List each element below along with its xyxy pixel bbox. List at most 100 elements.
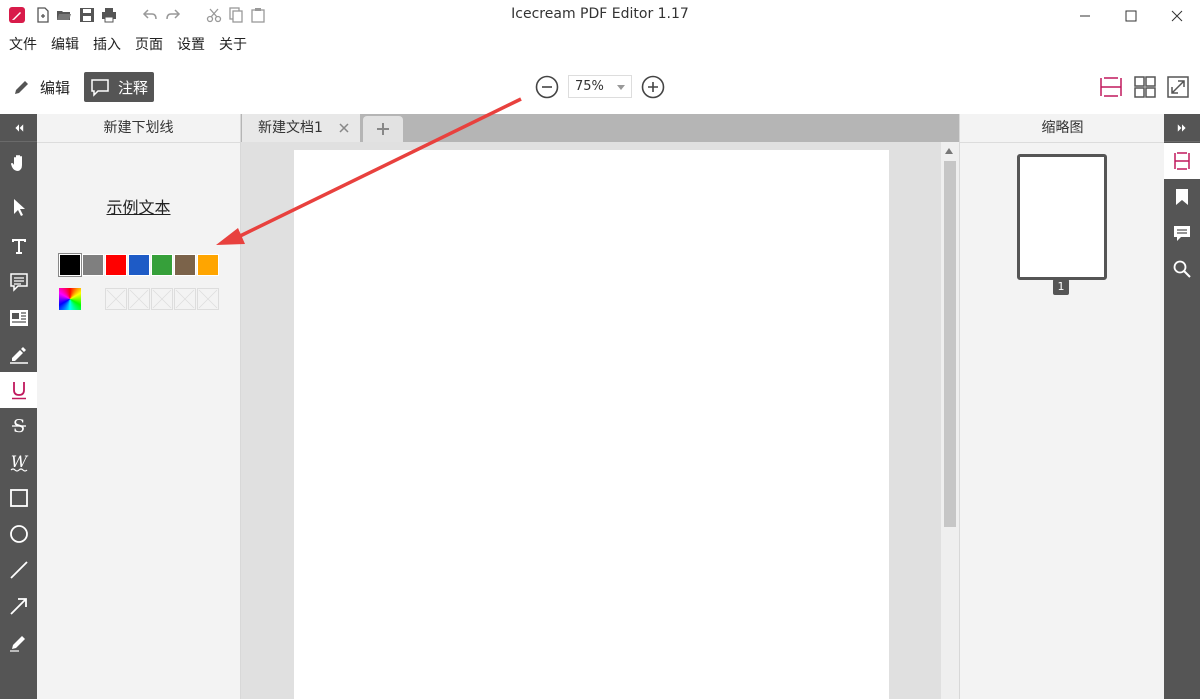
tab-document[interactable]: 新建文档1 [242,114,360,142]
paste-icon[interactable] [249,6,267,24]
main-toolbar: 编辑 注释 75% [0,58,1200,114]
menu-about[interactable]: 关于 [219,34,247,54]
right-tool-bar [1164,114,1200,699]
color-swatch[interactable] [174,254,196,276]
svg-text:W: W [10,452,28,471]
bookmark-icon [1176,189,1188,205]
scroll-up-arrow-icon[interactable] [945,148,953,154]
line-tool[interactable] [0,552,37,588]
textbox-tool[interactable] [0,300,37,336]
print-icon[interactable] [100,6,118,24]
new-file-icon[interactable] [34,6,52,24]
comment-icon [91,79,109,97]
empty-slot-icon [175,289,195,309]
annotate-mode-button[interactable]: 注释 [84,72,155,102]
empty-slot-icon [106,289,126,309]
color-swatch[interactable] [151,254,173,276]
search-icon [1173,260,1191,278]
note-icon [9,273,28,292]
custom-color-slot[interactable] [197,288,219,310]
highlight-tool[interactable] [0,336,37,372]
strikethrough-s-icon: S [11,416,26,436]
new-tab-button[interactable] [363,116,403,142]
arrow-tool[interactable] [0,588,37,624]
textbox-icon [9,310,28,326]
undo-icon[interactable] [141,6,159,24]
custom-color-slot[interactable] [151,288,173,310]
zoom-in-icon[interactable] [641,75,665,99]
underline-tool[interactable] [0,372,37,408]
plus-icon [377,123,389,135]
pages-icon [1174,152,1190,170]
pencil-icon [15,81,28,94]
hand-tool[interactable] [0,145,37,181]
ellipse-tool[interactable] [0,516,37,552]
circle-icon [9,525,28,543]
minimize-button[interactable] [1062,0,1108,31]
rectangle-tool[interactable] [0,480,37,516]
title-bar: Icecream PDF Editor 1.17 [0,0,1200,31]
open-folder-icon[interactable] [55,6,73,24]
left-tool-bar: S W [0,114,37,699]
maximize-button[interactable] [1108,0,1154,31]
color-picker-button[interactable] [59,288,81,310]
document-canvas[interactable] [241,142,941,699]
close-icon[interactable] [338,122,350,134]
text-tool[interactable] [0,228,37,264]
vertical-scrollbar[interactable] [941,142,959,699]
bookmarks-tab[interactable] [1164,179,1200,215]
thumbnails-panel: 缩略图 1 [959,114,1165,699]
menu-file[interactable]: 文件 [9,34,37,54]
double-chevron-left-icon [14,123,23,132]
properties-panel: 新建下划线 示例文本 [37,114,241,699]
single-page-view-icon[interactable] [1099,75,1123,99]
edit-mode-button[interactable]: 编辑 [6,72,76,102]
comments-tab[interactable] [1164,215,1200,251]
highlighter-icon [9,347,28,364]
expand-panel-button[interactable] [1164,114,1200,142]
menu-insert[interactable]: 插入 [93,34,121,54]
color-swatch[interactable] [105,254,127,276]
save-icon[interactable] [78,6,96,24]
custom-color-slot[interactable] [174,288,196,310]
scrollbar-thumb[interactable] [944,161,956,527]
custom-color-slot[interactable] [128,288,150,310]
menu-bar: 文件 编辑 插入 页面 设置 关于 [0,31,1200,58]
color-swatch[interactable] [197,254,219,276]
line-icon [9,561,28,579]
collapse-panel-button[interactable] [0,114,37,142]
empty-slot-icon [152,289,172,309]
color-swatch[interactable] [58,253,82,277]
two-page-view-icon[interactable] [1133,75,1157,99]
comment-tool[interactable] [0,264,37,300]
copy-icon[interactable] [227,6,245,24]
close-button[interactable] [1154,0,1200,31]
select-tool[interactable] [0,189,37,225]
menu-page[interactable]: 页面 [135,34,163,54]
page-thumbnail[interactable] [1017,154,1107,280]
thumbnails-tab[interactable] [1164,143,1200,179]
menu-settings[interactable]: 设置 [177,34,205,54]
text-t-icon [11,239,26,254]
squiggly-tool[interactable]: W [0,444,37,480]
pencil-icon [9,636,25,652]
color-swatch[interactable] [82,254,104,276]
rectangle-icon [9,489,28,507]
strikeout-tool[interactable]: S [0,408,37,444]
page-number-badge: 1 [1053,279,1069,295]
search-tab[interactable] [1164,251,1200,287]
cut-icon[interactable] [205,6,223,24]
properties-panel-title: 新建下划线 [37,114,240,143]
menu-edit[interactable]: 编辑 [51,34,79,54]
app-logo-icon [8,6,26,24]
fullscreen-icon[interactable] [1166,75,1190,99]
color-swatch[interactable] [128,254,150,276]
redo-icon[interactable] [164,6,182,24]
zoom-out-icon[interactable] [535,75,559,99]
pencil-tool[interactable] [0,624,37,660]
custom-color-slot[interactable] [105,288,127,310]
zoom-select[interactable]: 75% [568,75,632,98]
document-page[interactable] [294,150,889,699]
app-window: Icecream PDF Editor 1.17 文件 编辑 插入 页面 设置 … [0,0,1200,699]
comment-list-icon [1174,226,1190,241]
